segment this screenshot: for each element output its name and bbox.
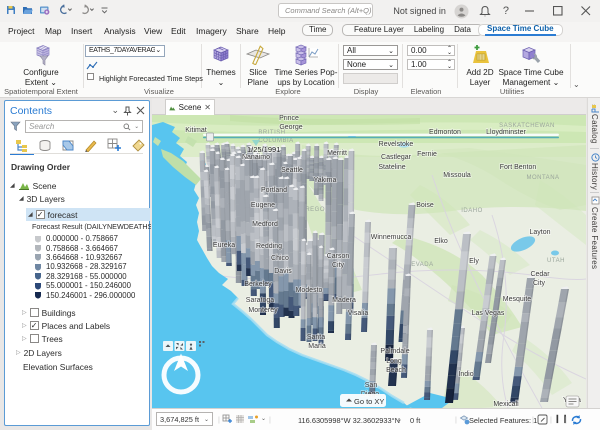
svg-text:COLUMBIA: COLUMBIA [258,138,293,144]
svg-text:Layton: Layton [529,229,550,236]
svg-text:Boise: Boise [416,202,434,209]
svg-text:Cedar: Cedar [530,271,550,278]
svg-text:Fort Benton: Fort Benton [500,164,537,171]
svg-text:Long: Long [386,358,402,365]
svg-text:Mesquite: Mesquite [503,296,532,303]
svg-text:George: George [279,124,302,131]
svg-text:Fernie: Fernie [417,151,437,158]
svg-text:MONTANA: MONTANA [526,175,559,181]
svg-text:Lloydminster: Lloydminster [486,129,526,136]
svg-text:UTAH: UTAH [547,258,565,264]
svg-text:Castlegar: Castlegar [381,154,412,161]
svg-text:Visalia: Visalia [348,310,369,317]
svg-text:Go to XY: Go to XY [354,397,384,406]
svg-text:Maria: Maria [308,343,326,350]
svg-text:Portland: Portland [261,187,287,194]
svg-text:Mexicali: Mexicali [493,401,519,408]
svg-text:Berkeley: Berkeley [244,281,272,288]
svg-text:1/25/1991: 1/25/1991 [247,145,280,154]
svg-text:Seattle: Seattle [281,167,303,174]
svg-text:Elko: Elko [434,238,448,245]
svg-text:Davis: Davis [274,268,292,275]
svg-text:Indio: Indio [458,371,473,378]
svg-text:Monterey: Monterey [248,307,278,314]
svg-text:Eureka: Eureka [213,242,235,249]
svg-text:Yakima: Yakima [314,177,337,184]
svg-text:Las Vegas: Las Vegas [472,310,505,317]
svg-text:IDAHO: IDAHO [461,208,483,214]
svg-text:Prince: Prince [279,115,299,122]
svg-text:Palmdale: Palmdale [380,348,409,355]
svg-text:Nanaimo: Nanaimo [242,154,270,161]
svg-text:Merritt: Merritt [327,150,347,157]
svg-text:Chico: Chico [271,255,289,262]
svg-text:Missoula: Missoula [443,172,471,179]
svg-text:Santa: Santa [307,334,325,341]
svg-text:Modesto: Modesto [296,287,323,294]
svg-text:Beach: Beach [386,367,406,374]
svg-text:Edmonton: Edmonton [429,129,461,136]
svg-text:Kitimat: Kitimat [185,127,206,134]
svg-text:Carson: Carson [327,253,350,260]
svg-text:Eugene: Eugene [251,202,275,209]
svg-text:Madera: Madera [332,297,356,304]
svg-text:Medford: Medford [252,221,278,228]
svg-text:Winnemucca: Winnemucca [371,234,412,241]
svg-text:Saratoga: Saratoga [246,297,275,304]
svg-text:Ely: Ely [469,258,479,265]
svg-text:Stateline: Stateline [378,164,405,171]
svg-text:San: San [365,382,378,389]
svg-text:City: City [332,262,345,269]
svg-text:Revelstoke: Revelstoke [379,141,414,148]
svg-text:Redding: Redding [256,243,282,250]
svg-text:City: City [533,280,546,287]
